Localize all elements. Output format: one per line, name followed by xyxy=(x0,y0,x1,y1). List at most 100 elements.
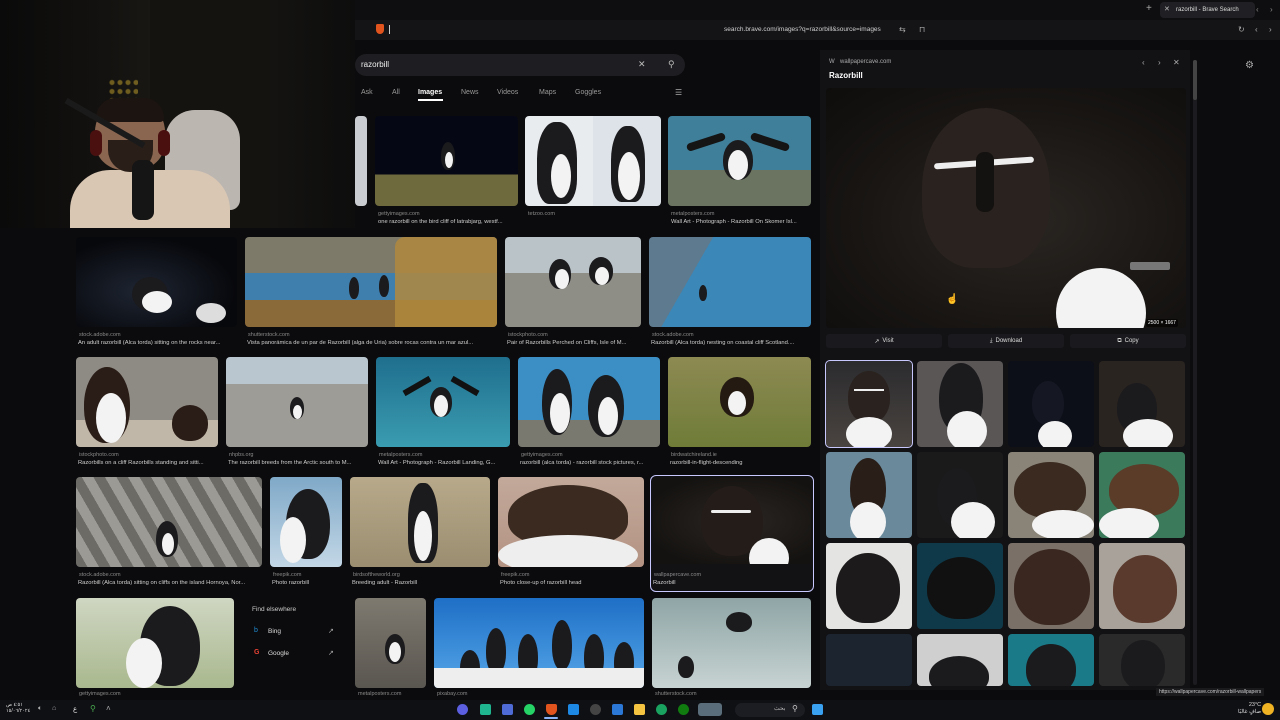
related-image[interactable] xyxy=(1008,361,1094,447)
preview-title[interactable]: Razorbill xyxy=(829,71,863,80)
related-image[interactable] xyxy=(917,452,1003,538)
weather-widget[interactable]: 23°C صافٍ غالبًا xyxy=(1238,702,1261,716)
result-source[interactable]: metalposters.com xyxy=(379,452,509,458)
next-image-icon[interactable]: › xyxy=(1158,58,1161,67)
result-source[interactable]: freepik.com xyxy=(273,572,343,578)
image-result[interactable] xyxy=(525,116,661,206)
image-result[interactable] xyxy=(355,116,367,206)
store-icon[interactable] xyxy=(612,704,623,715)
related-image[interactable] xyxy=(1099,634,1185,686)
image-result[interactable] xyxy=(355,598,426,688)
xbox-icon[interactable] xyxy=(678,704,689,715)
previous-image-icon[interactable]: ‹ xyxy=(1142,58,1145,67)
image-result[interactable] xyxy=(375,116,518,206)
brave-shield-icon[interactable] xyxy=(376,24,384,34)
related-image[interactable] xyxy=(1008,543,1094,629)
result-caption[interactable]: Vista panorámica de un par de Razorbill … xyxy=(247,340,499,346)
speaker-icon[interactable]: 🔈︎ xyxy=(38,705,42,713)
share-icon[interactable]: ⇆ xyxy=(899,25,906,34)
image-result[interactable] xyxy=(668,116,811,206)
tab-videos[interactable]: Videos xyxy=(497,89,518,96)
widgets-icon[interactable] xyxy=(698,703,722,716)
result-caption[interactable]: Wall Art - Photograph - Razorbill On Sko… xyxy=(671,219,811,225)
result-source[interactable]: shutterstock.com xyxy=(655,691,805,697)
clear-search-icon[interactable]: ✕ xyxy=(638,59,646,70)
file-explorer-icon[interactable] xyxy=(634,704,645,715)
tray-overflow-icon[interactable]: ˄ xyxy=(106,704,111,713)
related-image[interactable] xyxy=(826,452,912,538)
image-result[interactable] xyxy=(649,237,811,327)
browser-tab[interactable]: razorbill - Brave Search xyxy=(1160,2,1255,18)
tabs-right-icon[interactable]: › xyxy=(1270,5,1273,14)
result-source[interactable]: pixabay.com xyxy=(437,691,637,697)
related-image[interactable] xyxy=(917,634,1003,686)
reload-icon[interactable]: ↻ xyxy=(1238,25,1245,34)
image-result[interactable] xyxy=(270,477,342,567)
result-source[interactable]: tetzoo.com xyxy=(528,211,658,217)
image-result[interactable] xyxy=(76,357,218,447)
download-button[interactable]: ⤓ Download xyxy=(948,334,1064,348)
image-result[interactable] xyxy=(245,237,497,327)
result-source[interactable]: freepik.com xyxy=(501,572,645,578)
weather-icon[interactable] xyxy=(1262,703,1274,715)
related-image[interactable] xyxy=(1099,543,1185,629)
result-source[interactable]: shutterstock.com xyxy=(248,332,498,338)
scrollbar-track[interactable] xyxy=(1193,60,1197,685)
result-caption[interactable]: Photo close-up of razorbill head xyxy=(500,580,646,586)
tab-ask[interactable]: Ask xyxy=(361,89,373,96)
image-result[interactable] xyxy=(76,598,234,688)
tabs-left-icon[interactable]: ‹ xyxy=(1256,5,1259,14)
image-result[interactable] xyxy=(76,237,237,327)
app-icon[interactable] xyxy=(502,704,513,715)
result-source[interactable]: istockphoto.com xyxy=(79,452,219,458)
edge-icon[interactable] xyxy=(656,704,667,715)
result-source[interactable]: stock.adobe.com xyxy=(79,572,263,578)
filter-icon[interactable]: ☰ xyxy=(675,88,682,97)
preview-source[interactable]: wallpapercave.com xyxy=(840,59,891,65)
result-source[interactable]: nhpbs.org xyxy=(229,452,369,458)
result-source[interactable]: gettyimages.com xyxy=(378,211,518,217)
result-source[interactable]: stock.adobe.com xyxy=(652,332,810,338)
app-icon[interactable] xyxy=(590,704,601,715)
find-on-bing[interactable]: b Bing ↗ xyxy=(254,626,344,638)
result-caption[interactable]: razorbill-in-flight-descending xyxy=(670,460,813,466)
bookmark-icon[interactable]: ⊓ xyxy=(919,25,925,34)
language-indicator[interactable]: ع xyxy=(73,705,77,713)
result-caption[interactable]: Razorbill xyxy=(653,580,811,586)
result-source[interactable]: gettyimages.com xyxy=(79,691,229,697)
close-tab-icon[interactable]: ✕ xyxy=(1164,5,1170,13)
windows-start-icon[interactable] xyxy=(812,704,823,715)
wifi-icon[interactable]: ⚲ xyxy=(90,704,96,713)
related-image[interactable] xyxy=(826,634,912,686)
new-tab-button[interactable]: + xyxy=(1146,3,1152,14)
result-source[interactable]: wallpapercave.com xyxy=(654,572,808,578)
related-image[interactable] xyxy=(917,361,1003,447)
back-icon[interactable]: ‹ xyxy=(1255,25,1258,34)
preview-image[interactable]: ☝ xyxy=(826,88,1186,328)
forward-icon[interactable]: › xyxy=(1269,25,1272,34)
image-result[interactable] xyxy=(76,477,262,567)
related-image[interactable] xyxy=(917,543,1003,629)
result-caption[interactable]: The razorbill breeds from the Arctic sou… xyxy=(228,460,370,466)
result-caption[interactable]: Razorbills on a cliff Razorbills standin… xyxy=(78,460,220,466)
brave-browser-icon[interactable] xyxy=(546,704,557,715)
search-icon[interactable]: ⚲ xyxy=(668,59,675,70)
related-image[interactable] xyxy=(1099,361,1185,447)
result-caption[interactable]: Razorbill (Alca torda) sitting on cliffs… xyxy=(78,580,264,586)
tab-all[interactable]: All xyxy=(392,89,400,96)
image-result[interactable] xyxy=(518,357,660,447)
image-result[interactable] xyxy=(376,357,510,447)
result-caption[interactable]: An adult razorbill (Alca torda) sitting … xyxy=(78,340,240,346)
find-on-google[interactable]: G Google ↗ xyxy=(254,648,344,660)
image-result[interactable] xyxy=(434,598,644,688)
app-icon[interactable] xyxy=(457,704,468,715)
result-caption[interactable]: razorbill (alca torda) - razorbill stock… xyxy=(520,460,662,466)
image-result[interactable] xyxy=(498,477,644,567)
visit-button[interactable]: ↗ Visit xyxy=(826,334,942,348)
related-image[interactable] xyxy=(826,543,912,629)
search-query[interactable]: razorbill xyxy=(361,60,389,69)
result-caption[interactable]: Wall Art - Photograph - Razorbill Landin… xyxy=(378,460,512,466)
result-source[interactable]: istockphoto.com xyxy=(508,332,642,338)
result-source[interactable]: birdwatchireland.ie xyxy=(671,452,811,458)
related-image-selected[interactable] xyxy=(825,360,913,448)
